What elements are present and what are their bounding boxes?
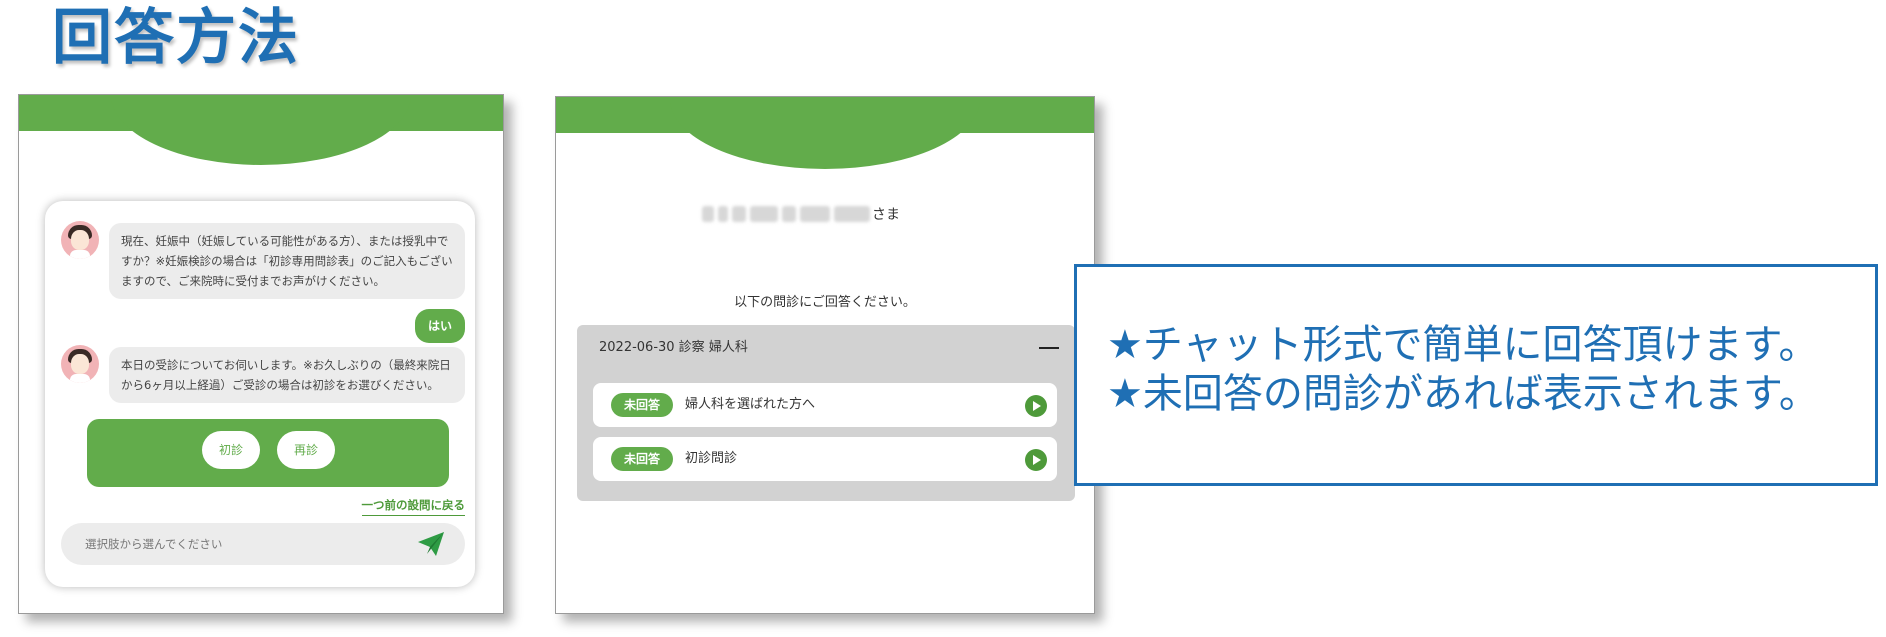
- bot-message: 現在、妊娠中（妊娠している可能性がある方）、または授乳中ですか？※妊娠検診の場合…: [109, 223, 465, 299]
- instruction-text: 以下の問診にご回答ください。: [734, 295, 916, 310]
- chat-card: 現在、妊娠中（妊娠している可能性がある方）、または授乳中ですか？※妊娠検診の場合…: [45, 201, 475, 587]
- item-label: 婦人科を選ばれた方へ: [685, 397, 816, 412]
- minus-collapse-icon[interactable]: [1039, 347, 1059, 349]
- status-badge: 未回答: [611, 393, 673, 417]
- status-badge: 未回答: [611, 447, 673, 471]
- back-to-previous-question-link[interactable]: 一つ前の設問に戻る: [361, 497, 465, 516]
- chat-input[interactable]: [85, 523, 405, 565]
- user-reply-bubble: はい: [415, 309, 465, 343]
- choice-panel: 初診 再診: [87, 419, 449, 487]
- item-label: 初診問診: [685, 451, 738, 466]
- choice-button-first-visit[interactable]: 初診: [202, 431, 260, 469]
- group-header: 2022-06-30 診察 婦人科: [599, 340, 748, 355]
- name-suffix: さま: [872, 207, 900, 223]
- callout-line: ★未回答の問診があれば表示されます。: [1107, 371, 1819, 417]
- chat-screen: 現在、妊娠中（妊娠している可能性がある方）、または授乳中ですか？※妊娠検診の場合…: [18, 94, 504, 614]
- bot-message: 本日の受診についてお伺いします。※お久しぶりの（最終来院日から6ヶ月以上経過）ご…: [109, 347, 465, 403]
- choice-button-revisit[interactable]: 再診: [277, 431, 335, 469]
- slide-title: 回答方法: [52, 3, 300, 73]
- chat-input-bar: [61, 523, 465, 565]
- callout-line: ★チャット形式で簡単に回答頂けます。: [1107, 322, 1819, 368]
- header-arc: [111, 95, 411, 165]
- list-item[interactable]: 未回答 初診問診: [593, 437, 1057, 481]
- operator-avatar-icon: [61, 345, 99, 383]
- questionnaire-screen: さま 以下の問診にご回答ください。 2022-06-30 診察 婦人科 未回答 …: [555, 96, 1095, 614]
- operator-avatar-icon: [61, 221, 99, 259]
- blurred-patient-name: [702, 206, 870, 222]
- questionnaire-group: 2022-06-30 診察 婦人科 未回答 婦人科を選ばれた方へ 未回答 初診問…: [577, 325, 1075, 501]
- play-arrow-icon[interactable]: [1025, 395, 1047, 417]
- slide: 回答方法 現在、妊娠中（妊娠している可能性がある方）、または授乳中ですか？※妊娠…: [0, 0, 1886, 637]
- play-arrow-icon[interactable]: [1025, 449, 1047, 471]
- feature-callout: ★チャット形式で簡単に回答頂けます。 ★未回答の問診があれば表示されます。: [1074, 264, 1878, 486]
- list-item[interactable]: 未回答 婦人科を選ばれた方へ: [593, 383, 1057, 427]
- paper-plane-send-icon[interactable]: [417, 531, 445, 557]
- header-arc: [670, 97, 980, 169]
- patient-name-line: さま: [702, 201, 900, 227]
